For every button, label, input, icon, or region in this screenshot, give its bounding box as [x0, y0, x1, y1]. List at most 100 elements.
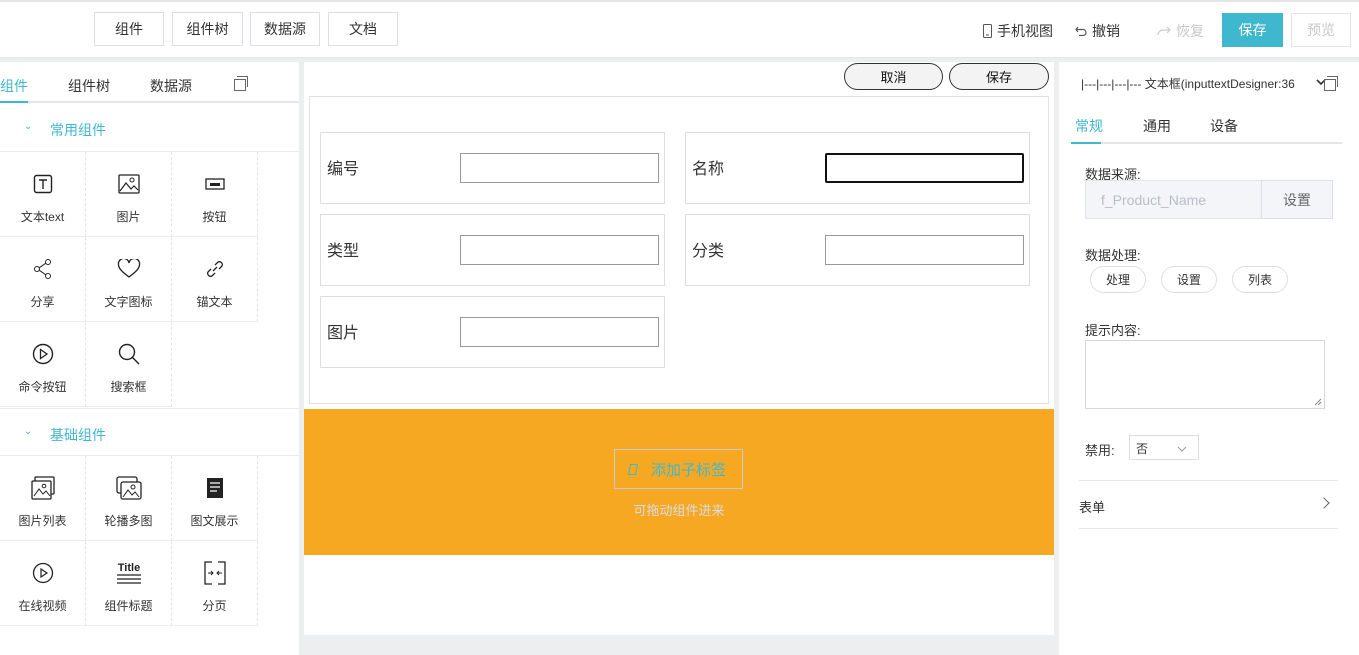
- chevron-down-icon: [1177, 446, 1187, 452]
- field-number[interactable]: 编号: [320, 132, 665, 204]
- field-label: 分类: [692, 243, 725, 260]
- component-label: 文本text: [20, 210, 65, 224]
- save-button[interactable]: 保存: [1222, 13, 1283, 47]
- form-section-row[interactable]: 表单: [1079, 480, 1338, 529]
- svg-text:Title: Title: [117, 562, 139, 574]
- component-online-video[interactable]: 在线视频: [0, 541, 86, 626]
- data-source-set-button[interactable]: 设置: [1261, 180, 1333, 219]
- toolbar-tab-components[interactable]: 组件: [94, 12, 164, 46]
- carousel-icon: [115, 476, 142, 500]
- text-icon: [33, 174, 52, 194]
- add-sub-tab-label: 添加子标签: [651, 461, 727, 479]
- toolbar-tab-docs[interactable]: 文档: [328, 12, 398, 46]
- top-toolbar: 组件 组件树 数据源 文档 手机视图 撤销 恢复 保存 预览: [0, 0, 1359, 58]
- form-container[interactable]: 编号 名称 类型 分类 图片: [309, 96, 1049, 404]
- copy-icon[interactable]: [1324, 76, 1338, 91]
- component-article-display[interactable]: 图文展示: [172, 456, 258, 541]
- copy-icon[interactable]: [234, 76, 248, 91]
- field-input[interactable]: [460, 317, 659, 347]
- process-button[interactable]: 处理: [1090, 266, 1146, 293]
- component-label: 轮播多图: [104, 514, 153, 528]
- disabled-label: 禁用:: [1085, 443, 1115, 458]
- chevron-right-icon: [1318, 497, 1330, 509]
- component-label: 分享: [30, 295, 55, 309]
- canvas-save-button[interactable]: 保存: [949, 63, 1049, 90]
- toolbar-tab-data-source[interactable]: 数据源: [250, 12, 320, 46]
- tab-components[interactable]: 组件: [0, 76, 28, 96]
- field-name[interactable]: 名称: [685, 132, 1030, 204]
- image-icon: [117, 174, 140, 194]
- component-text[interactable]: 文本text: [0, 152, 86, 237]
- process-list-button[interactable]: 列表: [1232, 266, 1288, 293]
- chevron-down-icon: ⌄: [24, 121, 33, 132]
- tab-general[interactable]: 常规: [1075, 116, 1103, 136]
- tab-container[interactable]: 添加子标签 可拖动组件进来: [304, 409, 1054, 555]
- field-input[interactable]: [825, 235, 1024, 265]
- redo-button[interactable]: 恢复: [1157, 21, 1204, 41]
- field-input[interactable]: [460, 153, 659, 183]
- hint-content-textarea[interactable]: [1085, 340, 1325, 409]
- component-label: 组件标题: [104, 599, 153, 613]
- add-sub-tab-button[interactable]: 添加子标签: [614, 449, 743, 489]
- field-input[interactable]: [460, 235, 659, 265]
- tab-icon: [628, 463, 638, 475]
- image-list-icon: [30, 476, 55, 500]
- undo-button[interactable]: 撤销: [1075, 21, 1120, 41]
- component-image-list[interactable]: 图片列表: [0, 456, 86, 541]
- component-panel: 组件 组件树 数据源 ⌄ 常用组件 文本text 图片 按钮 分享 文字图标 锚…: [0, 62, 299, 655]
- selected-component-select[interactable]: |---|---|---|--- 文本框(inputtextDesigner:3…: [1081, 75, 1313, 92]
- component-command-button[interactable]: 命令按钮: [0, 322, 86, 407]
- mobile-view-label: 手机视图: [997, 23, 1053, 39]
- component-label: 图片: [116, 210, 141, 224]
- hint-content-label: 提示内容:: [1085, 323, 1141, 338]
- data-source-input[interactable]: f_Product_Name: [1085, 180, 1262, 219]
- search-icon: [118, 343, 139, 365]
- tab-common[interactable]: 通用: [1143, 116, 1171, 136]
- component-search-box[interactable]: 搜索框: [86, 322, 172, 407]
- preview-button[interactable]: 预览: [1291, 13, 1351, 47]
- component-button[interactable]: 按钮: [172, 152, 258, 237]
- field-category[interactable]: 分类: [685, 214, 1030, 286]
- disabled-select-value: 否: [1136, 442, 1149, 456]
- field-label: 名称: [692, 161, 725, 178]
- group-basic-components[interactable]: ⌄ 基础组件: [0, 408, 299, 456]
- component-label: 锚文本: [196, 295, 233, 309]
- component-pagination[interactable]: 分页: [172, 541, 258, 626]
- phone-icon: [983, 24, 992, 38]
- tab-component-tree[interactable]: 组件树: [68, 76, 110, 96]
- drag-hint: 可拖动组件进来: [633, 503, 725, 518]
- component-label: 图文展示: [190, 514, 239, 528]
- video-icon: [32, 562, 53, 584]
- heart-icon: [117, 259, 140, 278]
- process-settings-button[interactable]: 设置: [1161, 266, 1217, 293]
- component-label: 按钮: [202, 210, 227, 224]
- component-share[interactable]: 分享: [0, 237, 86, 322]
- component-label: 图片列表: [18, 514, 67, 528]
- component-carousel[interactable]: 轮播多图: [86, 456, 172, 541]
- share-icon: [33, 259, 51, 279]
- field-type[interactable]: 类型: [320, 214, 665, 286]
- undo-icon: [1075, 26, 1087, 36]
- component-title[interactable]: Title 组件标题: [86, 541, 172, 626]
- active-tab-underline: [0, 101, 28, 103]
- redo-label: 恢复: [1176, 23, 1204, 39]
- component-anchor-text[interactable]: 锚文本: [172, 237, 258, 322]
- redo-icon: [1157, 26, 1171, 36]
- component-text-icon[interactable]: 文字图标: [86, 237, 172, 322]
- component-image[interactable]: 图片: [86, 152, 172, 237]
- resize-handle-icon[interactable]: [1314, 398, 1322, 406]
- component-label: 文字图标: [104, 295, 153, 309]
- toolbar-tab-component-tree[interactable]: 组件树: [172, 12, 243, 46]
- component-label: 在线视频: [18, 599, 67, 613]
- field-image[interactable]: 图片: [320, 296, 665, 368]
- form-section-label: 表单: [1079, 500, 1106, 515]
- cancel-button[interactable]: 取消: [844, 63, 943, 90]
- group-common-components[interactable]: ⌄ 常用组件: [0, 104, 299, 152]
- tab-data-source[interactable]: 数据源: [150, 76, 192, 96]
- field-input-selected[interactable]: [825, 153, 1024, 183]
- tab-device[interactable]: 设备: [1210, 116, 1238, 136]
- article-icon: [206, 478, 223, 498]
- mobile-view-button[interactable]: 手机视图: [983, 21, 1053, 41]
- design-canvas: 取消 保存 编号 名称 类型 分类 图片 添加子标签 可拖动组件进来: [304, 62, 1054, 635]
- disabled-select[interactable]: 否: [1129, 435, 1199, 460]
